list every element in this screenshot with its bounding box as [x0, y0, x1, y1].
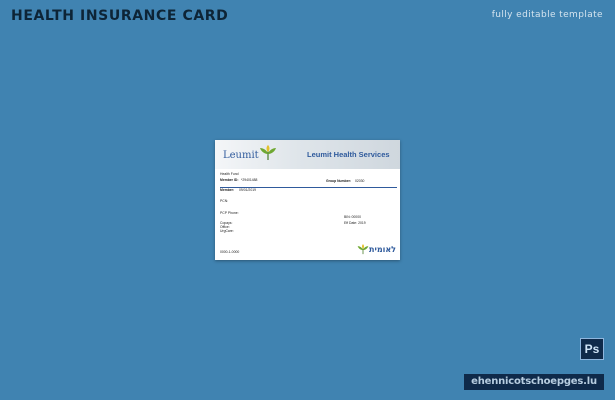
- member-value: 09/01/2019: [239, 188, 256, 192]
- card-logo-text: Leumit: [223, 150, 259, 161]
- urgcare-label: UrgCare:: [220, 229, 234, 233]
- bin-line: BIN: 00000: [344, 215, 361, 219]
- leaf-sprout-icon: [260, 145, 276, 160]
- page-title: HEALTH INSURANCE CARD: [11, 8, 229, 24]
- card-header: Leumit Leumit Health Services: [215, 140, 400, 169]
- template-subtitle: fully editable template: [491, 10, 603, 20]
- group-number-value: 02030: [355, 179, 365, 183]
- website-badge[interactable]: ehennicotschoepges.lu: [464, 374, 604, 390]
- member-id-value: *29401488: [241, 178, 258, 182]
- group-number-label: Group Number:: [326, 179, 352, 183]
- member-label: Member:: [220, 188, 235, 192]
- card-header-title: Leumit Health Services: [307, 150, 390, 159]
- eff-date-line: Eff Date: 2019: [344, 221, 366, 225]
- pcp-phone-label: PCP Phone:: [220, 211, 239, 215]
- leaf-sprout-icon: [357, 244, 369, 255]
- photoshop-icon: Ps: [580, 338, 604, 360]
- pcn-label: PCN:: [220, 199, 229, 203]
- card-number-line: 0000-1-0000: [220, 250, 240, 254]
- health-fund-line: Health Fund: [220, 172, 239, 176]
- insurance-card: Leumit Leumit Health Services Health Fun…: [215, 140, 400, 260]
- member-id-label: Member ID:: [220, 178, 239, 182]
- footer-logo-text: לאומית: [369, 245, 397, 254]
